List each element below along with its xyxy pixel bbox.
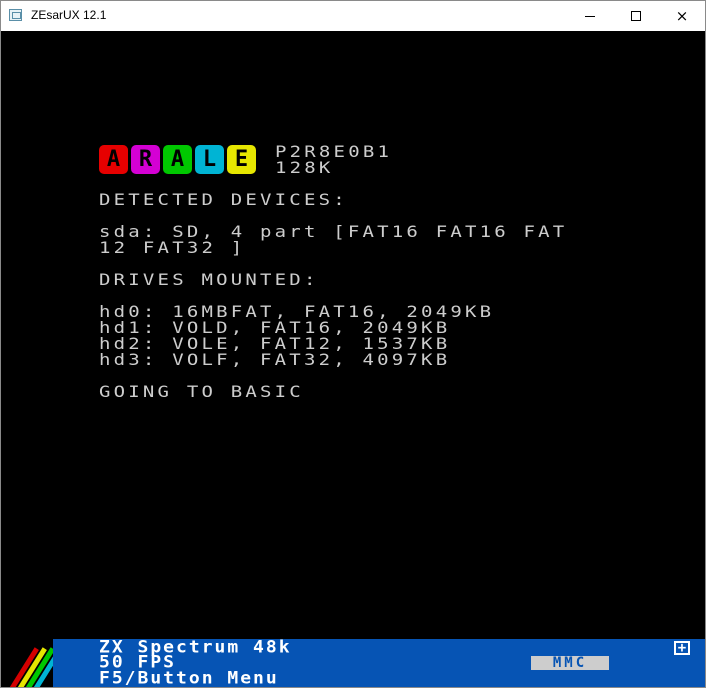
emulator-window: ZEsarUX 12.1 × ARALE P2R8E0B1 128K DETEC… bbox=[0, 0, 706, 688]
drive-line: hd1: VOLD, FAT16, 2049KB bbox=[99, 318, 451, 338]
emulator-screen[interactable]: ARALE P2R8E0B1 128K DETECTED DEVICES: sd… bbox=[1, 31, 705, 639]
arale-logo: ARALE bbox=[99, 145, 256, 174]
minimize-icon bbox=[585, 15, 595, 17]
expand-button[interactable]: + bbox=[674, 641, 690, 655]
close-button[interactable]: × bbox=[659, 1, 705, 31]
minimize-button[interactable] bbox=[567, 1, 613, 31]
logo-letter-tile: A bbox=[163, 145, 192, 174]
going-to-basic-message: GOING TO BASIC bbox=[99, 382, 304, 402]
device-line: sda: SD, 4 part [FAT16 FAT16 FAT bbox=[99, 222, 568, 242]
close-icon: × bbox=[675, 6, 689, 25]
maximize-button[interactable] bbox=[613, 1, 659, 31]
drive-line: hd0: 16MBFAT, FAT16, 2049KB bbox=[99, 302, 495, 322]
logo-letter-tile: L bbox=[195, 145, 224, 174]
menu-hint[interactable]: F5/Button Menu bbox=[99, 670, 279, 687]
logo-letter-tile: A bbox=[99, 145, 128, 174]
title-bar[interactable]: ZEsarUX 12.1 × bbox=[1, 1, 705, 31]
status-bar: ZX Spectrum 48k 50 FPS F5/Button Menu MM… bbox=[1, 639, 705, 687]
maximize-icon bbox=[631, 11, 641, 21]
drives-mounted-heading: DRIVES MOUNTED: bbox=[99, 270, 319, 290]
drive-line: hd3: VOLF, FAT32, 4097KB bbox=[99, 350, 451, 370]
window-title: ZEsarUX 12.1 bbox=[31, 8, 107, 22]
firmware-version: P2R8E0B1 bbox=[275, 142, 393, 162]
logo-letter-tile: R bbox=[131, 145, 160, 174]
zx-spectrum-logo-icon[interactable] bbox=[1, 639, 53, 687]
memory-size: 128K bbox=[275, 158, 334, 178]
mmc-indicator[interactable]: MMC bbox=[531, 656, 609, 670]
drive-line: hd2: VOLE, FAT12, 1537KB bbox=[99, 334, 451, 354]
device-line: 12 FAT32 ] bbox=[99, 238, 246, 258]
detected-devices-heading: DETECTED DEVICES: bbox=[99, 190, 348, 210]
logo-letter-tile: E bbox=[227, 145, 256, 174]
app-icon[interactable] bbox=[9, 9, 22, 21]
